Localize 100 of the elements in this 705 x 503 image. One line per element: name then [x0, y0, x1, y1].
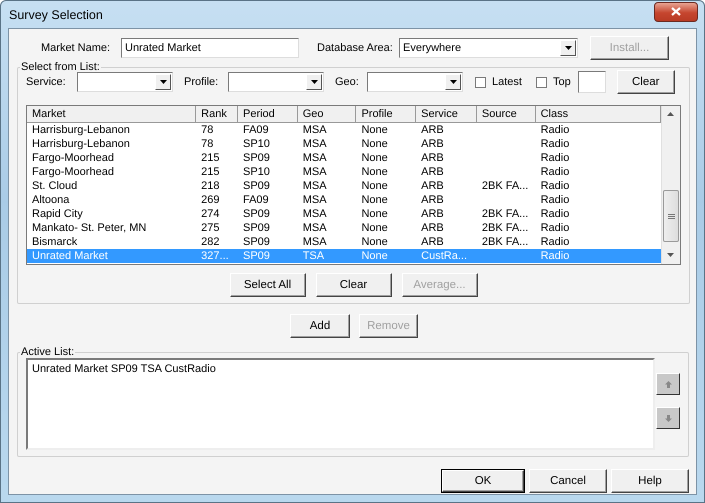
- table-cell: MSA: [302, 166, 327, 178]
- table-cell: ARB: [421, 138, 444, 150]
- table-cell: Radio: [540, 222, 570, 234]
- table-row[interactable]: Harrisburg-Lebanon 78 SP10 MSA None ARB Radio: [27, 137, 661, 151]
- column-header[interactable]: Market: [27, 106, 196, 123]
- table-cell: 2BK FA...: [482, 222, 528, 234]
- scroll-thumb[interactable]: [663, 190, 679, 242]
- add-button[interactable]: Add: [290, 314, 350, 338]
- table-cell: SP09: [242, 222, 270, 234]
- table-cell: SP09: [242, 208, 270, 220]
- top-count-field[interactable]: [578, 71, 606, 93]
- table-row[interactable]: St. Cloud 218 SP09 MSA None ARB 2BK FA... Radio: [27, 179, 661, 193]
- dropdown-button[interactable]: [306, 74, 322, 90]
- table-cell: Radio: [540, 152, 570, 164]
- table-cell: None: [361, 194, 388, 206]
- window-title: Survey Selection: [8, 8, 103, 22]
- filter-dropdown[interactable]: [228, 72, 324, 92]
- table-cell: 2BK FA...: [482, 236, 528, 248]
- arrow-down-icon: [664, 414, 672, 422]
- table-cell: Radio: [540, 250, 570, 262]
- table-cell: 215: [201, 166, 220, 178]
- table-cell: Altoona: [32, 194, 70, 206]
- move-up-button[interactable]: [656, 373, 680, 395]
- move-down-button[interactable]: [656, 407, 680, 429]
- column-header[interactable]: Service: [416, 106, 477, 123]
- filter-dropdown[interactable]: [367, 72, 463, 92]
- dropdown[interactable]: Everywhere: [399, 38, 578, 58]
- input-field[interactable]: Unrated Market: [121, 38, 299, 58]
- group-label: Active List:: [20, 346, 76, 358]
- table-cell: ARB: [421, 180, 444, 192]
- table-cell: TSA: [302, 250, 324, 262]
- column-header[interactable]: Rank: [196, 106, 238, 123]
- table-cell: None: [361, 180, 388, 192]
- table-row[interactable]: Fargo-Moorhead 215 SP10 MSA None ARB Radio: [27, 165, 661, 179]
- table-cell: Unrated Market: [32, 250, 108, 262]
- help-button[interactable]: Help: [611, 469, 689, 493]
- cancel-button[interactable]: Cancel: [529, 469, 607, 493]
- table-cell: SP09: [242, 250, 270, 262]
- table-row[interactable]: Harrisburg-Lebanon 78 FA09 MSA None ARB Radio: [27, 123, 661, 137]
- list-item[interactable]: Unrated Market SP09 TSA CustRadio: [32, 363, 649, 375]
- active-list[interactable]: Unrated Market SP09 TSA CustRadio: [26, 358, 655, 450]
- column-header[interactable]: Period: [238, 106, 298, 123]
- table-cell: Radio: [540, 138, 570, 150]
- table-row[interactable]: Mankato- St. Peter, MN 275 SP09 MSA None ARB 2BK FA... Radio: [27, 221, 661, 235]
- caret-icon: [160, 80, 166, 84]
- caret-icon: [564, 46, 572, 50]
- table-cell: ARB: [421, 236, 444, 248]
- filter-dropdown[interactable]: [77, 72, 173, 92]
- dropdown-value: Everywhere: [403, 42, 462, 54]
- ok-button[interactable]: OK: [441, 469, 525, 493]
- table-cell: CustRa...: [421, 250, 468, 262]
- clear-button[interactable]: Clear: [616, 70, 675, 94]
- filter-label: Geo:: [335, 76, 360, 88]
- table-cell: SP09: [242, 236, 270, 248]
- table-cell: MSA: [302, 180, 327, 192]
- scrollbar[interactable]: [661, 106, 680, 264]
- table-cell: Radio: [540, 180, 570, 192]
- table-cell: 269: [201, 194, 220, 206]
- table-cell: None: [361, 208, 388, 220]
- table-row[interactable]: Bismarck 282 SP09 MSA None ARB 2BK FA... Radio: [27, 235, 661, 249]
- table-cell: Fargo-Moorhead: [32, 166, 114, 178]
- grip-icon: [668, 214, 674, 218]
- checkbox[interactable]: [475, 76, 486, 88]
- table-cell: None: [361, 152, 388, 164]
- table-cell: MSA: [302, 152, 327, 164]
- table-row[interactable]: Fargo-Moorhead 215 SP09 MSA None ARB Radio: [27, 151, 661, 165]
- column-header[interactable]: Source: [476, 106, 536, 123]
- arrow-up-icon: [664, 380, 672, 388]
- dropdown-button[interactable]: [155, 74, 171, 90]
- field-label: Market Name:: [41, 42, 112, 54]
- dropdown-button[interactable]: [445, 74, 461, 90]
- table-cell: ARB: [421, 166, 444, 178]
- scroll-down-icon[interactable]: [667, 253, 674, 257]
- close-icon: [671, 7, 681, 16]
- scroll-up-icon[interactable]: [667, 112, 674, 116]
- column-header[interactable]: Geo: [298, 106, 356, 123]
- table-cell: ARB: [421, 222, 444, 234]
- dropdown-button[interactable]: [560, 40, 576, 56]
- table-cell: FA09: [242, 194, 269, 206]
- clear-button[interactable]: Clear: [316, 273, 392, 297]
- table-cell: 78: [201, 124, 214, 136]
- filter-label: Service:: [26, 76, 67, 88]
- table-cell: 274: [201, 208, 220, 220]
- table-cell: Radio: [540, 208, 570, 220]
- table-cell: MSA: [302, 208, 327, 220]
- table-cell: None: [361, 166, 388, 178]
- table-cell: 282: [201, 236, 220, 248]
- checkbox[interactable]: [536, 76, 547, 88]
- table-row[interactable]: Rapid City 274 SP09 MSA None ARB 2BK FA... Radio: [27, 207, 661, 221]
- table-row[interactable]: Altoona 269 FA09 MSA None ARB Radio: [27, 193, 661, 207]
- select-all-button[interactable]: Select All: [230, 273, 306, 297]
- close-button[interactable]: [654, 2, 698, 22]
- table-cell: Fargo-Moorhead: [32, 152, 114, 164]
- table-cell: MSA: [302, 222, 327, 234]
- field-label: Database Area:: [317, 42, 394, 54]
- table-cell: 327...: [201, 250, 229, 262]
- table-cell: SP09: [242, 180, 270, 192]
- checkbox-label: Latest: [492, 76, 522, 88]
- column-header[interactable]: Profile: [356, 106, 416, 123]
- table-cell: FA09: [242, 124, 269, 136]
